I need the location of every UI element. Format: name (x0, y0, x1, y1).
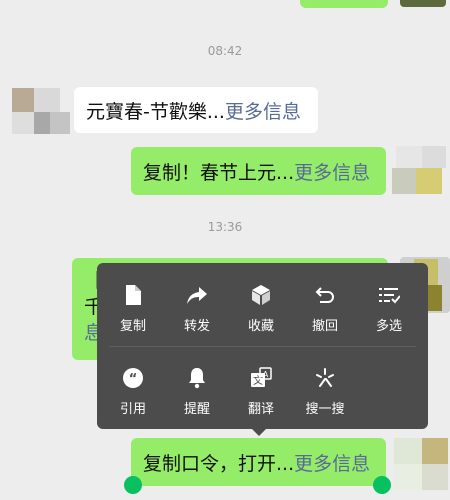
menu-item-forward[interactable]: 转发 (165, 283, 229, 334)
search-sparkle-icon (293, 366, 357, 390)
avatar-self[interactable] (400, 0, 446, 7)
avatar-self[interactable] (390, 436, 450, 492)
more-info-link[interactable]: 更多信息 (225, 97, 301, 124)
menu-item-translate[interactable]: 文A 翻译 (229, 366, 293, 417)
menu-item-multiselect[interactable]: 多选 (357, 283, 421, 334)
timestamp: 13:36 (207, 220, 243, 234)
svg-text:文: 文 (253, 374, 263, 387)
svg-text:A: A (263, 370, 269, 379)
more-info-link[interactable]: 更多信息 (294, 158, 370, 185)
undo-icon (293, 283, 357, 307)
copy-icon (101, 283, 165, 307)
timestamp: 08:42 (207, 44, 243, 58)
multiselect-icon (357, 283, 421, 307)
menu-item-quote[interactable]: “ 引用 (101, 366, 165, 417)
message-text: 复制！春节上元... (143, 161, 295, 184)
quote-icon: “ (101, 366, 165, 390)
message-bubble-outgoing[interactable]: 复制！春节上元... 更多信息 (131, 147, 386, 195)
menu-item-favorite[interactable]: 收藏 (229, 283, 293, 334)
forward-icon (165, 283, 229, 307)
message-bubble-selected[interactable]: 复制口令，打开... 更多信息 (131, 438, 386, 486)
selection-handle-start[interactable] (124, 476, 142, 494)
message-text: 复制口令，打开... (143, 452, 295, 475)
message-text: 元寶春-节歡樂... (86, 100, 225, 123)
message-bubble-partial[interactable] (300, 0, 388, 8)
menu-item-remind[interactable]: 提醒 (165, 366, 229, 417)
menu-item-search[interactable]: 搜一搜 (293, 366, 357, 417)
more-info-link[interactable]: 更多信息 (294, 449, 370, 476)
context-menu-arrow (252, 429, 266, 436)
message-bubble-incoming[interactable]: 元寶春-节歡樂... 更多信息 (74, 87, 318, 133)
avatar-contact[interactable] (6, 86, 72, 136)
translate-icon: 文A (229, 366, 293, 390)
avatar-self[interactable] (386, 140, 450, 198)
menu-item-recall[interactable]: 撤回 (293, 283, 357, 334)
menu-item-copy[interactable]: 复制 (101, 283, 165, 334)
bell-icon (165, 366, 229, 390)
favorite-cube-icon (229, 283, 293, 307)
selection-handle-end[interactable] (373, 476, 391, 494)
menu-divider (109, 346, 416, 347)
context-menu: 复制 转发 收藏 撤回 多选 “ 引用 提醒 文 A 翻译 搜一搜 (97, 263, 428, 429)
svg-text:“: “ (129, 372, 138, 387)
